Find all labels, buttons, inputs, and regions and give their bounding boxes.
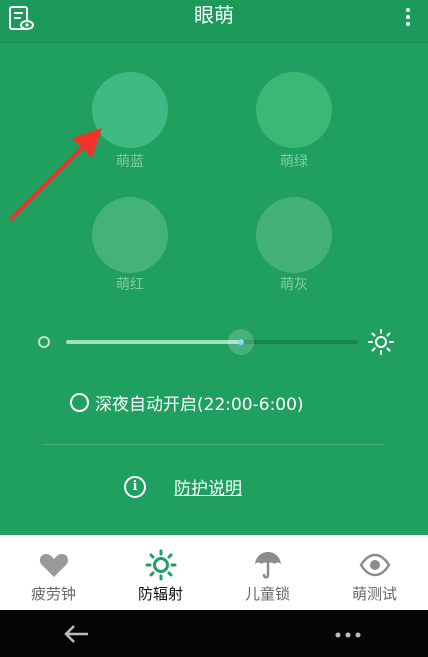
annotation-arrow bbox=[8, 128, 102, 222]
bottom-tab-bar: 疲劳钟 防辐射 儿童锁 萌测试 bbox=[0, 535, 428, 610]
tab-anti-radiation[interactable]: 防辐射 bbox=[107, 535, 214, 610]
filter-red-label: 萌红 bbox=[116, 277, 144, 293]
tab-child-lock[interactable]: 儿童锁 bbox=[214, 535, 321, 610]
protection-info-link[interactable]: 防护说明 bbox=[174, 474, 242, 499]
brightness-low-icon bbox=[38, 336, 50, 348]
menu-dots-icon[interactable] bbox=[335, 632, 361, 638]
tab-child-lock-label: 儿童锁 bbox=[244, 585, 290, 603]
eye-icon bbox=[359, 553, 391, 577]
system-navigation-bar bbox=[0, 610, 428, 657]
tab-anti-radiation-label: 防辐射 bbox=[137, 585, 183, 603]
brightness-thumb-dot bbox=[238, 339, 245, 345]
filter-green-button[interactable] bbox=[256, 72, 332, 148]
brightness-slider-fill bbox=[66, 340, 242, 344]
app-title: 眼萌 bbox=[194, 3, 234, 27]
brightness-slider-thumb[interactable] bbox=[228, 329, 255, 355]
brightness-slider[interactable] bbox=[66, 340, 358, 344]
tab-cute-test-label: 萌测试 bbox=[351, 585, 397, 603]
tab-cute-test[interactable]: 萌测试 bbox=[321, 535, 428, 610]
brightness-high-icon bbox=[368, 329, 394, 355]
umbrella-icon bbox=[255, 552, 281, 579]
night-auto-toggle[interactable]: 深夜自动开启(22:00-6:00) bbox=[70, 390, 304, 415]
night-auto-radio[interactable] bbox=[70, 392, 89, 412]
filter-green-label: 萌绿 bbox=[280, 154, 308, 170]
tab-fatigue-clock[interactable]: 疲劳钟 bbox=[0, 535, 107, 610]
divider bbox=[44, 444, 384, 445]
sun-icon bbox=[145, 549, 177, 581]
filter-gray-button[interactable] bbox=[256, 197, 332, 273]
night-auto-label: 深夜自动开启(22:00-6:00) bbox=[95, 394, 304, 415]
top-bar: 眼萌 bbox=[0, 0, 428, 43]
back-arrow-icon[interactable] bbox=[62, 623, 90, 645]
tab-fatigue-clock-label: 疲劳钟 bbox=[30, 585, 76, 603]
main-panel bbox=[0, 43, 428, 535]
filter-gray-label: 萌灰 bbox=[280, 277, 308, 293]
protection-info-row[interactable]: i 防护说明 bbox=[124, 474, 242, 499]
info-icon: i bbox=[124, 475, 146, 498]
more-options-icon[interactable] bbox=[402, 6, 414, 28]
heart-icon bbox=[39, 554, 69, 577]
